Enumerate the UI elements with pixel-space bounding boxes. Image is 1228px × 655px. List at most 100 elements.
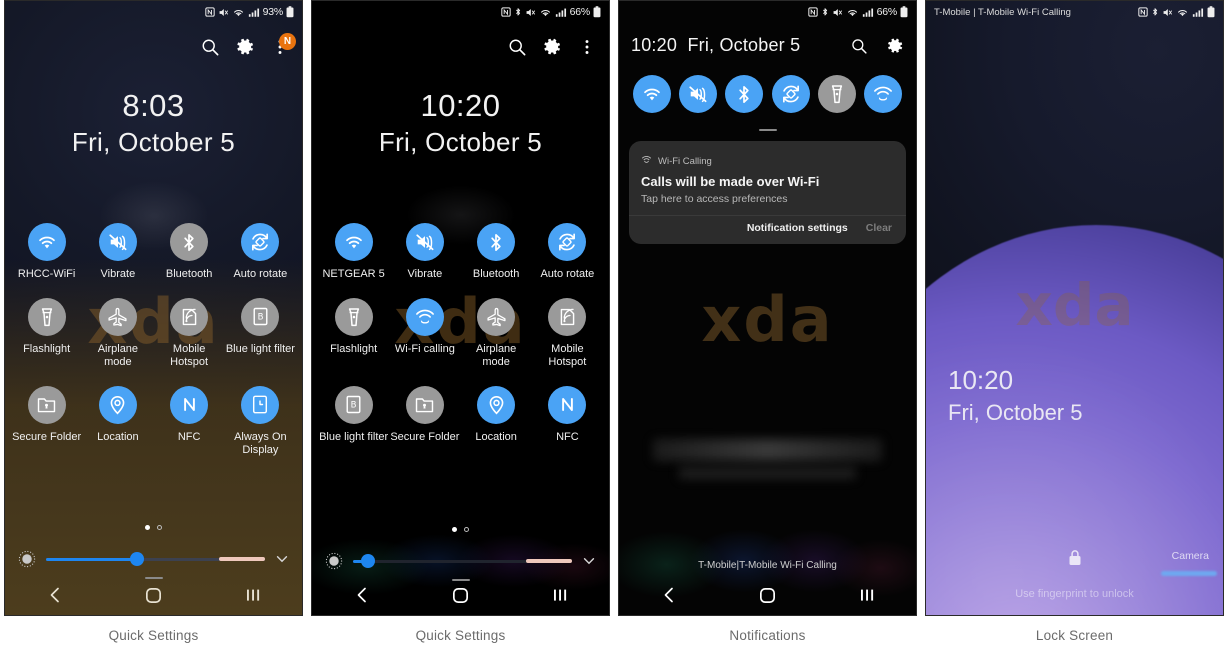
notification-card[interactable]: Wi-Fi Calling Calls will be made over Wi… (629, 141, 906, 244)
quick-settings-tile[interactable]: Bluetooth (461, 223, 532, 282)
search-icon[interactable] (507, 37, 527, 57)
quick-settings-tile[interactable]: Wi-Fi calling (389, 297, 460, 370)
wifi-icon[interactable] (334, 223, 373, 261)
quick-settings-tile[interactable]: NFC (532, 385, 603, 445)
gear-icon[interactable] (886, 37, 904, 55)
slider-knob[interactable] (361, 554, 376, 568)
hotspot-icon[interactable] (170, 297, 209, 336)
overflow-menu-with-badge[interactable]: N (270, 33, 296, 57)
recents-icon[interactable] (240, 582, 266, 608)
page-dot-inactive[interactable] (464, 527, 469, 532)
secure-folder-icon[interactable] (27, 385, 66, 424)
quick-settings-tile[interactable]: Vibrate (82, 223, 153, 282)
secure-folder-icon[interactable] (405, 385, 444, 424)
home-icon[interactable] (141, 582, 167, 608)
quick-settings-tile[interactable]: Flashlight (11, 297, 82, 370)
quick-settings-tile[interactable]: Location (461, 385, 532, 445)
bluetooth-icon[interactable] (170, 223, 209, 261)
airplane-icon[interactable] (477, 297, 516, 336)
tile-label: Airplane mode (97, 342, 139, 369)
flashlight-icon[interactable] (334, 297, 373, 336)
bluetooth-icon[interactable] (725, 75, 764, 113)
search-icon[interactable] (200, 37, 220, 57)
quick-settings-tile[interactable]: Mobile Hotspot (532, 297, 603, 370)
blue-light-icon[interactable]: B (334, 385, 373, 424)
recents-icon[interactable] (854, 582, 880, 608)
slider-knob[interactable] (130, 552, 145, 566)
brightness-slider-1[interactable] (46, 552, 265, 566)
wifi-calling-icon[interactable] (863, 75, 902, 113)
back-icon[interactable] (656, 582, 682, 608)
bluetooth-icon[interactable] (477, 223, 516, 261)
quick-settings-tile[interactable]: Bluetooth (154, 223, 225, 282)
quick-settings-tile[interactable]: Secure Folder (389, 385, 460, 445)
auto-rotate-icon[interactable] (548, 223, 587, 261)
status-bar-1: 93% (5, 1, 302, 23)
hotspot-icon[interactable] (548, 297, 587, 336)
clock-date: Fri, October 5 (378, 127, 543, 157)
page-indicator-1[interactable] (5, 525, 302, 530)
tile-label: Blue light filter (225, 342, 295, 355)
auto-rotate-icon[interactable] (771, 75, 810, 113)
battery-icon (286, 6, 294, 18)
blue-light-icon[interactable]: B (241, 297, 280, 336)
page-dot-active[interactable] (145, 525, 150, 530)
location-icon[interactable] (477, 385, 516, 424)
quick-settings-tile[interactable]: Auto rotate (532, 223, 603, 282)
bluetooth-icon (821, 7, 829, 18)
wifi-icon[interactable] (27, 223, 66, 261)
vibrate-icon[interactable] (679, 75, 718, 113)
quick-settings-tile[interactable]: B Blue light filter (225, 297, 296, 370)
panel-drag-handle[interactable] (758, 129, 777, 131)
quick-settings-tile[interactable]: Secure Folder (11, 385, 82, 458)
quick-settings-tile[interactable]: Flashlight (318, 297, 389, 370)
back-icon[interactable] (349, 582, 375, 608)
wifi-calling-icon[interactable] (405, 297, 444, 336)
quick-settings-tile[interactable]: Always On Display (225, 385, 296, 458)
camera-shortcut-label[interactable]: Camera (1172, 550, 1209, 562)
chevron-down-icon[interactable] (274, 551, 290, 567)
notification-panel-header: 10:20 Fri, October 5 (619, 35, 916, 56)
gear-icon[interactable] (542, 37, 562, 57)
flashlight-icon[interactable] (27, 297, 66, 336)
vibrate-icon[interactable] (98, 223, 137, 261)
quick-settings-tile[interactable]: RHCC-WiFi (11, 223, 82, 282)
nfc-icon[interactable] (170, 385, 209, 424)
notification-app-name: Wi-Fi Calling (658, 155, 712, 167)
clear-button[interactable]: Clear (866, 222, 892, 234)
quick-settings-tile[interactable]: Airplane mode (82, 297, 153, 370)
location-icon[interactable] (98, 385, 137, 424)
quick-settings-tile[interactable]: Auto rotate (225, 223, 296, 282)
home-icon[interactable] (448, 582, 474, 608)
nfc-icon[interactable] (548, 385, 587, 424)
always-on-display-icon[interactable] (241, 385, 280, 424)
clock-time: 10:20 (948, 365, 1014, 395)
quick-settings-tile[interactable]: Mobile Hotspot (154, 297, 225, 370)
overflow-menu-icon[interactable] (577, 37, 597, 57)
auto-rotate-icon[interactable] (241, 223, 280, 261)
airplane-icon[interactable] (98, 297, 137, 336)
vibrate-icon[interactable] (405, 223, 444, 261)
panel-quick-settings-1: 93% N 8:03 Fri, October 5 xda RHCC-WiFi V… (0, 0, 307, 655)
wifi-icon[interactable] (633, 75, 671, 113)
flashlight-icon[interactable] (817, 75, 856, 113)
camera-shortcut-indicator[interactable] (1161, 571, 1217, 576)
page-dot-active[interactable] (452, 527, 457, 532)
recents-icon[interactable] (547, 582, 573, 608)
home-icon[interactable] (755, 582, 781, 608)
quick-settings-tile[interactable]: NFC (154, 385, 225, 458)
gear-icon[interactable] (235, 37, 255, 57)
quick-settings-tile[interactable]: B Blue light filter (318, 385, 389, 445)
chevron-down-icon[interactable] (581, 553, 597, 569)
lock-screen-clock: 10:20 Fri, October 5 (948, 365, 1082, 428)
page-dot-inactive[interactable] (157, 525, 162, 530)
page-indicator-2[interactable] (312, 527, 609, 532)
quick-settings-tile[interactable]: Vibrate (389, 223, 460, 282)
quick-settings-tile[interactable]: NETGEAR 5 (318, 223, 389, 282)
quick-settings-tile[interactable]: Location (82, 385, 153, 458)
notification-settings-button[interactable]: Notification settings (747, 222, 848, 234)
quick-settings-tile[interactable]: Airplane mode (461, 297, 532, 370)
back-icon[interactable] (42, 582, 68, 608)
brightness-slider-2[interactable] (353, 554, 572, 568)
search-icon[interactable] (850, 37, 868, 55)
